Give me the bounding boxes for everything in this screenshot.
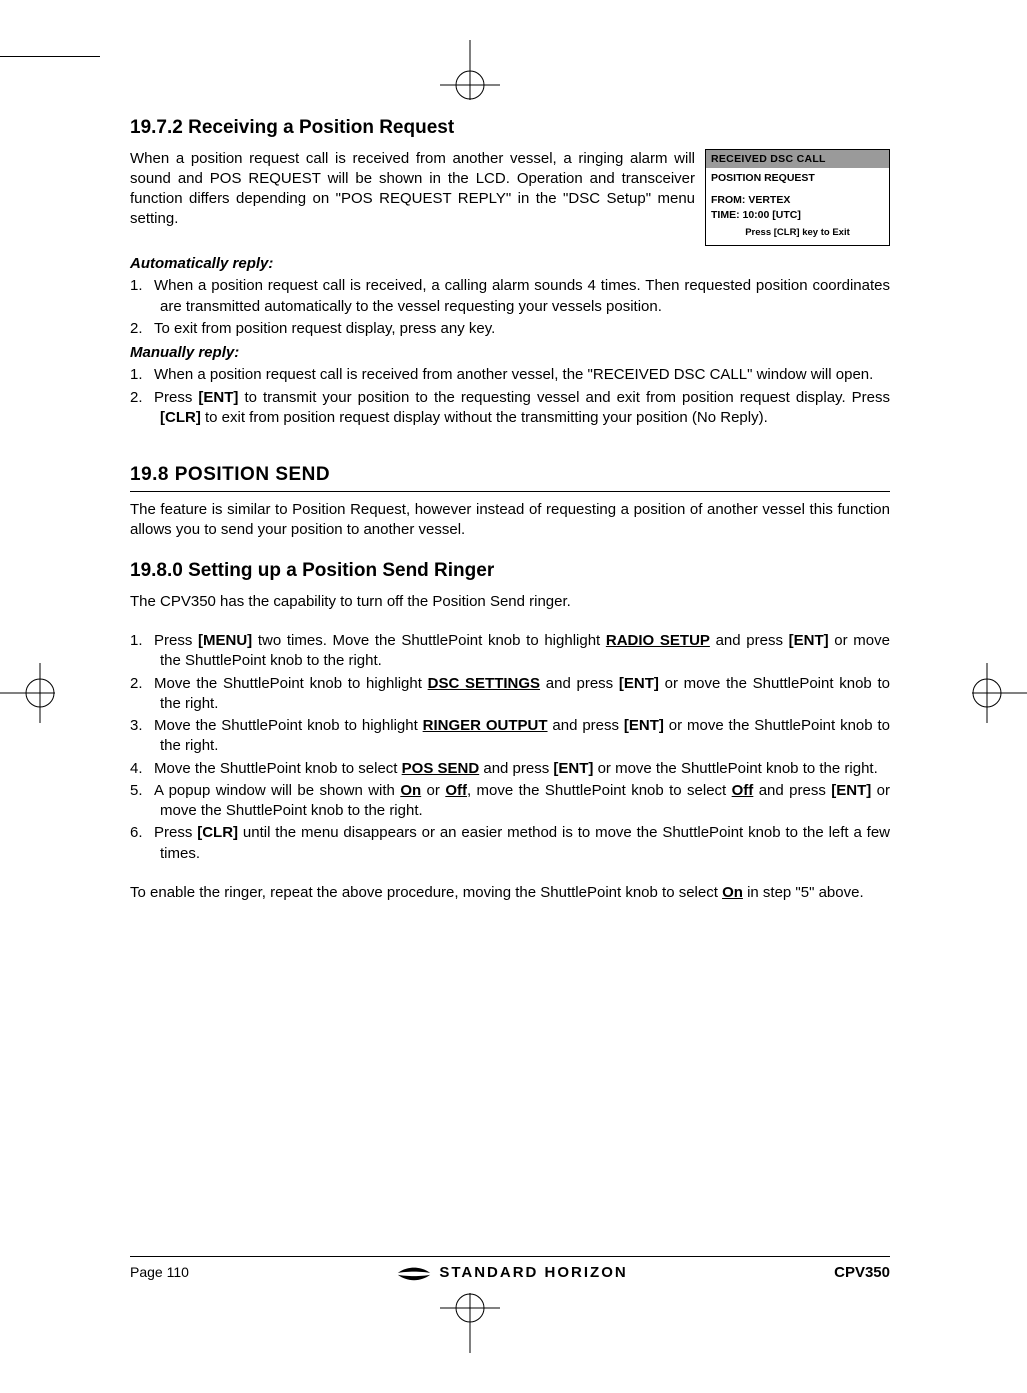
heading-19-8-0: 19.8.0 Setting up a Position Send Ringer <box>130 558 890 584</box>
model-number: CPV350 <box>834 1263 890 1283</box>
t: and press <box>548 717 624 734</box>
list-item: 6.Press [CLR] until the menu disappears … <box>130 823 890 864</box>
menu-radio-setup: RADIO SETUP <box>606 632 710 649</box>
lcd-footer: Press [CLR] key to Exit <box>711 223 884 242</box>
t: two times. Move the ShuttlePoint knob to… <box>252 632 606 649</box>
section3-outro: To enable the ringer, repeat the above p… <box>130 883 890 903</box>
t: Press <box>154 824 197 841</box>
t: and press <box>753 782 831 799</box>
setup-steps-list: 1.Press [MENU] two times. Move the Shutt… <box>130 631 890 864</box>
list-item: 4.Move the ShuttlePoint knob to select P… <box>130 759 890 779</box>
page-number: Page 110 <box>130 1263 189 1282</box>
li-text: When a position request call is received… <box>154 366 873 383</box>
menu-ringer-output: RINGER OUTPUT <box>423 717 548 734</box>
t: Move the ShuttlePoint knob to highlight <box>154 717 423 734</box>
t: or move the ShuttlePoint knob to the rig… <box>593 760 877 777</box>
auto-reply-label: Automatically reply: <box>130 254 890 274</box>
key-ent: [ENT] <box>831 782 871 799</box>
menu-dsc-settings: DSC SETTINGS <box>428 675 540 692</box>
t: and press <box>540 675 619 692</box>
key-clr: [CLR] <box>160 409 201 426</box>
list-item: 1.Press [MENU] two times. Move the Shutt… <box>130 631 890 672</box>
t: , move the ShuttlePoint knob to select <box>467 782 732 799</box>
list-item: 2.Move the ShuttlePoint knob to highligh… <box>130 674 890 715</box>
option-off: Off <box>732 782 754 799</box>
page-content: 19.7.2 Receiving a Position Request RECE… <box>130 115 890 1283</box>
t: until the menu disappears or an easier m… <box>160 824 890 861</box>
li-text: to exit from position request display wi… <box>201 409 768 426</box>
brand-text: STANDARD HORIZON <box>439 1263 627 1283</box>
list-item: 2.Press [ENT] to transmit your position … <box>130 388 890 429</box>
key-ent: [ENT] <box>789 632 829 649</box>
li-text: Press <box>154 389 198 406</box>
brand-logo: STANDARD HORIZON <box>395 1263 627 1283</box>
list-item: 1.When a position request call is receiv… <box>130 365 890 385</box>
key-ent: [ENT] <box>619 675 659 692</box>
t: A popup window will be shown with <box>154 782 400 799</box>
crop-line-top-left <box>0 56 100 57</box>
option-on: On <box>722 884 743 901</box>
key-clr: [CLR] <box>197 824 238 841</box>
lcd-title: RECEIVED DSC CALL <box>706 150 889 168</box>
page-footer: Page 110 STANDARD HORIZON CPV350 <box>130 1256 890 1283</box>
list-item: 3.Move the ShuttlePoint knob to highligh… <box>130 716 890 757</box>
option-on: On <box>400 782 421 799</box>
list-item: 1.When a position request call is receiv… <box>130 276 890 317</box>
li-text: to transmit your position to the request… <box>238 389 890 406</box>
key-ent: [ENT] <box>198 389 238 406</box>
list-item: 5.A popup window will be shown with On o… <box>130 781 890 822</box>
lcd-subtitle: POSITION REQUEST <box>711 171 884 185</box>
li-text: When a position request call is received… <box>154 277 890 314</box>
menu-pos-send: POS SEND <box>402 760 480 777</box>
t: in step "5" above. <box>743 884 864 901</box>
heading-19-8: 19.8 POSITION SEND <box>130 462 890 492</box>
key-ent: [ENT] <box>553 760 593 777</box>
section2-intro: The feature is similar to Position Reque… <box>130 500 890 541</box>
horizon-swoosh-icon <box>395 1264 433 1282</box>
key-menu: [MENU] <box>198 632 252 649</box>
t: or <box>421 782 445 799</box>
manual-reply-list: 1.When a position request call is receiv… <box>130 365 890 428</box>
crop-mark-right <box>959 648 1027 738</box>
option-off: Off <box>445 782 467 799</box>
crop-mark-left <box>0 648 68 738</box>
list-item: 2.To exit from position request display,… <box>130 319 890 339</box>
t: and press <box>479 760 553 777</box>
auto-reply-list: 1.When a position request call is receiv… <box>130 276 890 339</box>
lcd-screenshot: RECEIVED DSC CALL POSITION REQUEST FROM:… <box>705 149 890 247</box>
t: To enable the ringer, repeat the above p… <box>130 884 722 901</box>
t: Press <box>154 632 198 649</box>
t: Move the ShuttlePoint knob to select <box>154 760 402 777</box>
lcd-from: FROM: VERTEX <box>711 193 884 207</box>
key-ent: [ENT] <box>624 717 664 734</box>
t: Move the ShuttlePoint knob to highlight <box>154 675 428 692</box>
manual-reply-label: Manually reply: <box>130 343 890 363</box>
lcd-time: TIME: 10:00 [UTC] <box>711 208 884 222</box>
li-text: To exit from position request display, p… <box>154 320 495 337</box>
t: and press <box>710 632 789 649</box>
heading-19-7-2: 19.7.2 Receiving a Position Request <box>130 115 890 141</box>
section3-intro: The CPV350 has the capability to turn of… <box>130 592 890 612</box>
